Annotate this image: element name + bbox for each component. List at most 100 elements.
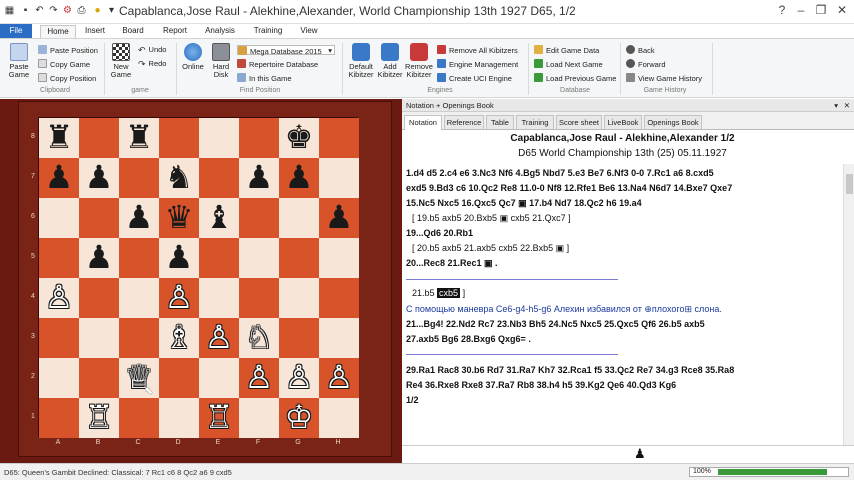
piece-b7[interactable]: ♟ bbox=[79, 158, 119, 198]
selected-move[interactable]: cxb5 bbox=[437, 288, 461, 298]
square-b3[interactable] bbox=[79, 318, 119, 358]
create-uci-engine-button[interactable]: Create UCI Engine bbox=[437, 73, 512, 83]
square-b6[interactable] bbox=[79, 198, 119, 238]
copy-game-button[interactable]: Copy Game bbox=[38, 59, 90, 69]
square-c3[interactable] bbox=[119, 318, 159, 358]
square-c5[interactable] bbox=[119, 238, 159, 278]
engine-management-button[interactable]: Engine Management bbox=[437, 59, 518, 69]
piece-h2[interactable]: ♙ bbox=[319, 358, 359, 398]
tab-table[interactable]: Table bbox=[486, 115, 514, 129]
piece-h6[interactable]: ♟ bbox=[319, 198, 359, 238]
variation-line[interactable]: [ 20.b5 axb5 21.axb5 cxb5 22.Bxb5 ▣ ] bbox=[412, 243, 569, 253]
square-c7[interactable] bbox=[119, 158, 159, 198]
square-h5[interactable] bbox=[319, 238, 359, 278]
piece-e1[interactable]: ♖ bbox=[199, 398, 239, 438]
square-a6[interactable] bbox=[39, 198, 79, 238]
square-h4[interactable] bbox=[319, 278, 359, 318]
tab-home[interactable]: Home bbox=[40, 25, 76, 38]
tab-reference[interactable]: Reference bbox=[444, 115, 484, 129]
square-f4[interactable] bbox=[239, 278, 279, 318]
engine-icon[interactable]: ⚙ bbox=[62, 5, 73, 17]
square-f5[interactable] bbox=[239, 238, 279, 278]
notation-line[interactable]: 27.axb5 Bg6 28.Bxg6 Qxg6= . bbox=[406, 334, 531, 344]
square-d8[interactable] bbox=[159, 118, 199, 158]
square-b2[interactable] bbox=[79, 358, 119, 398]
lightbulb-icon[interactable]: ● bbox=[92, 5, 103, 17]
notation-line[interactable]: exd5 9.Bd3 c6 10.Qc2 Re8 11.0-0 Nf8 12.R… bbox=[406, 183, 732, 193]
print-icon[interactable]: ⎙ bbox=[76, 5, 87, 17]
square-e7[interactable] bbox=[199, 158, 239, 198]
piece-b5[interactable]: ♟ bbox=[79, 238, 119, 278]
square-e4[interactable] bbox=[199, 278, 239, 318]
square-a1[interactable] bbox=[39, 398, 79, 438]
add-kibitzer-button[interactable]: Add Kibitzer bbox=[376, 43, 404, 79]
dropdown-icon[interactable]: ▾ bbox=[106, 5, 117, 17]
close-button[interactable]: ✕ bbox=[834, 3, 850, 17]
tab-report[interactable]: Report bbox=[158, 25, 192, 38]
tab-training[interactable]: Training bbox=[516, 115, 554, 129]
square-b4[interactable] bbox=[79, 278, 119, 318]
piece-a4[interactable]: ♙ bbox=[39, 278, 79, 318]
save-icon[interactable]: ▪ bbox=[20, 5, 31, 17]
redo-icon[interactable]: ↷ bbox=[48, 5, 59, 17]
square-a5[interactable] bbox=[39, 238, 79, 278]
piece-a8[interactable]: ♜ bbox=[39, 118, 79, 158]
view-game-history-button[interactable]: View Game History bbox=[626, 73, 702, 83]
tab-analysis[interactable]: Analysis bbox=[200, 25, 240, 38]
database-select[interactable]: Mega Database 2015 ▾ bbox=[237, 45, 335, 56]
restore-button[interactable]: ❐ bbox=[813, 3, 829, 17]
square-g6[interactable] bbox=[279, 198, 319, 238]
panel-close-icon[interactable]: ✕ bbox=[844, 101, 850, 110]
piece-f3[interactable]: ♘ bbox=[239, 318, 279, 358]
piece-g2[interactable]: ♙ bbox=[279, 358, 319, 398]
redo-button[interactable]: ↷ Redo bbox=[138, 59, 166, 69]
piece-f2[interactable]: ♙ bbox=[239, 358, 279, 398]
piece-d5[interactable]: ♟ bbox=[159, 238, 199, 278]
notation-line[interactable]: 1.d4 d5 2.c4 e6 3.Nc3 Nf6 4.Bg5 Nbd7 5.e… bbox=[406, 168, 714, 178]
remove-all-kibitzers-button[interactable]: Remove All Kibitzers bbox=[437, 45, 518, 55]
piece-e6[interactable]: ♝ bbox=[199, 198, 239, 238]
notation-body[interactable]: Capablanca,Jose Raul - Alekhine,Alexande… bbox=[402, 130, 843, 445]
square-a3[interactable] bbox=[39, 318, 79, 358]
notation-line[interactable]: Re4 36.Rxe8 Rxe8 37.Ra7 Rb8 38.h4 h5 39.… bbox=[406, 380, 676, 390]
hard-disk-button[interactable]: Hard Disk bbox=[208, 43, 234, 79]
square-e2[interactable] bbox=[199, 358, 239, 398]
notation-scrollbar[interactable] bbox=[843, 164, 854, 445]
minimize-button[interactable]: – bbox=[793, 3, 809, 17]
remove-kibitzer-button[interactable]: Remove Kibitzer bbox=[404, 43, 434, 79]
zoom-slider[interactable]: 100% bbox=[689, 467, 849, 477]
square-f6[interactable] bbox=[239, 198, 279, 238]
square-e5[interactable] bbox=[199, 238, 239, 278]
piece-e3[interactable]: ♙ bbox=[199, 318, 239, 358]
app-icon[interactable]: ▦ bbox=[4, 5, 15, 17]
default-kibitzer-button[interactable]: Default Kibitzer bbox=[346, 43, 376, 79]
forward-button[interactable]: Forward bbox=[626, 59, 666, 69]
square-h7[interactable] bbox=[319, 158, 359, 198]
notation-line[interactable]: 19...Qd6 20.Rb1 bbox=[406, 228, 473, 238]
tab-insert[interactable]: Insert bbox=[80, 25, 110, 38]
square-c1[interactable] bbox=[119, 398, 159, 438]
square-g5[interactable] bbox=[279, 238, 319, 278]
piece-c6[interactable]: ♟ bbox=[119, 198, 159, 238]
square-h1[interactable] bbox=[319, 398, 359, 438]
piece-a7[interactable]: ♟ bbox=[39, 158, 79, 198]
tab-livebook[interactable]: LiveBook bbox=[604, 115, 642, 129]
piece-g7[interactable]: ♟ bbox=[279, 158, 319, 198]
square-f1[interactable] bbox=[239, 398, 279, 438]
piece-c8[interactable]: ♜ bbox=[119, 118, 159, 158]
copy-position-button[interactable]: Copy Position bbox=[38, 73, 96, 83]
square-d1[interactable] bbox=[159, 398, 199, 438]
load-next-game-button[interactable]: Load Next Game bbox=[534, 59, 603, 69]
square-e8[interactable] bbox=[199, 118, 239, 158]
tab-openings-book[interactable]: Openings Book bbox=[644, 115, 702, 129]
undo-icon[interactable]: ↶ bbox=[34, 5, 45, 17]
new-game-button[interactable]: New Game bbox=[108, 43, 134, 79]
square-c4[interactable] bbox=[119, 278, 159, 318]
piece-d7[interactable]: ♞ bbox=[159, 158, 199, 198]
notation-line[interactable]: 15.Nc5 Nxc5 16.Qxc5 Qc7 ▣ 17.b4 Nd7 18.Q… bbox=[406, 198, 642, 208]
piece-d3[interactable]: ♗ bbox=[159, 318, 199, 358]
online-button[interactable]: Online bbox=[180, 43, 206, 71]
move-input-line[interactable]: 21.b5 cxb5 ] bbox=[412, 288, 465, 298]
tab-view[interactable]: View bbox=[296, 25, 322, 38]
tab-score-sheet[interactable]: Score sheet bbox=[556, 115, 602, 129]
